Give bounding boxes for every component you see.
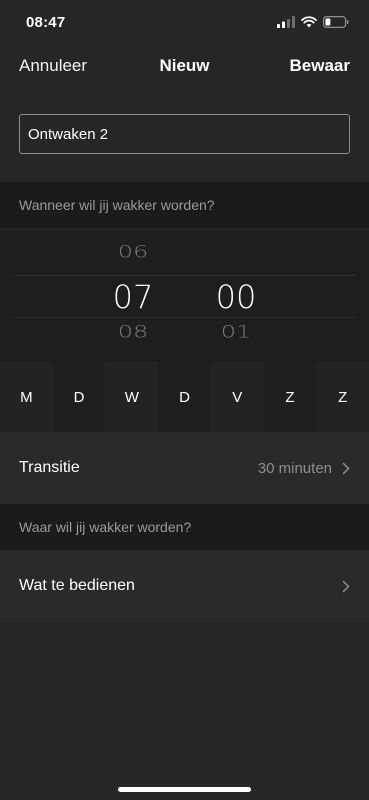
nav-bar: Annuleer Nieuw Bewaar	[0, 44, 369, 88]
transition-value-group: 30 minuten	[258, 460, 350, 477]
day-thursday[interactable]: D	[158, 362, 211, 432]
transition-value: 30 minuten	[257, 459, 332, 477]
when-section-label: Wanneer wil jij wakker worden?	[19, 197, 215, 213]
minute-next: 01	[220, 322, 252, 342]
status-time: 08:47	[26, 13, 66, 31]
hour-selected: 07	[112, 278, 154, 316]
hour-next: 08	[117, 322, 149, 342]
status-bar: 08:47	[0, 0, 369, 44]
home-indicator[interactable]	[118, 787, 251, 792]
day-tuesday[interactable]: D	[52, 362, 106, 432]
minute-selected: 00	[215, 278, 257, 316]
control-row[interactable]: Wat te bedienen	[0, 550, 369, 622]
where-section-header: Waar wil jij wakker worden?	[0, 504, 369, 550]
day-sunday[interactable]: Z	[316, 362, 369, 432]
transition-label: Transitie	[19, 459, 80, 476]
hour-prev: 06	[117, 242, 149, 262]
chevron-right-icon	[342, 462, 350, 474]
chevron-right-icon	[342, 580, 350, 592]
where-section-label: Waar wil jij wakker worden?	[19, 519, 192, 535]
transition-row[interactable]: Transitie 30 minuten	[0, 432, 369, 504]
alarm-name-field[interactable]	[19, 114, 350, 154]
hour-wheel[interactable]: 06 07 08	[93, 230, 173, 362]
picker-divider	[15, 317, 354, 318]
day-wednesday[interactable]: W	[105, 362, 159, 432]
cancel-button[interactable]: Annuleer	[19, 56, 87, 76]
status-icons	[277, 16, 349, 28]
time-picker[interactable]: 06 07 08 00 01	[0, 230, 369, 362]
minute-wheel[interactable]: 00 01	[196, 230, 276, 362]
day-saturday[interactable]: Z	[263, 362, 317, 432]
picker-divider	[15, 275, 354, 276]
day-monday[interactable]: M	[0, 362, 53, 432]
day-selector: M D W D V Z Z	[0, 362, 369, 432]
battery-icon	[323, 16, 349, 28]
when-section-header: Wanneer wil jij wakker worden?	[0, 182, 369, 228]
control-label: Wat te bedienen	[19, 577, 135, 594]
day-friday[interactable]: V	[210, 362, 264, 432]
cellular-signal-icon	[277, 16, 295, 28]
save-button[interactable]: Bewaar	[290, 56, 350, 76]
wifi-icon	[301, 16, 317, 28]
